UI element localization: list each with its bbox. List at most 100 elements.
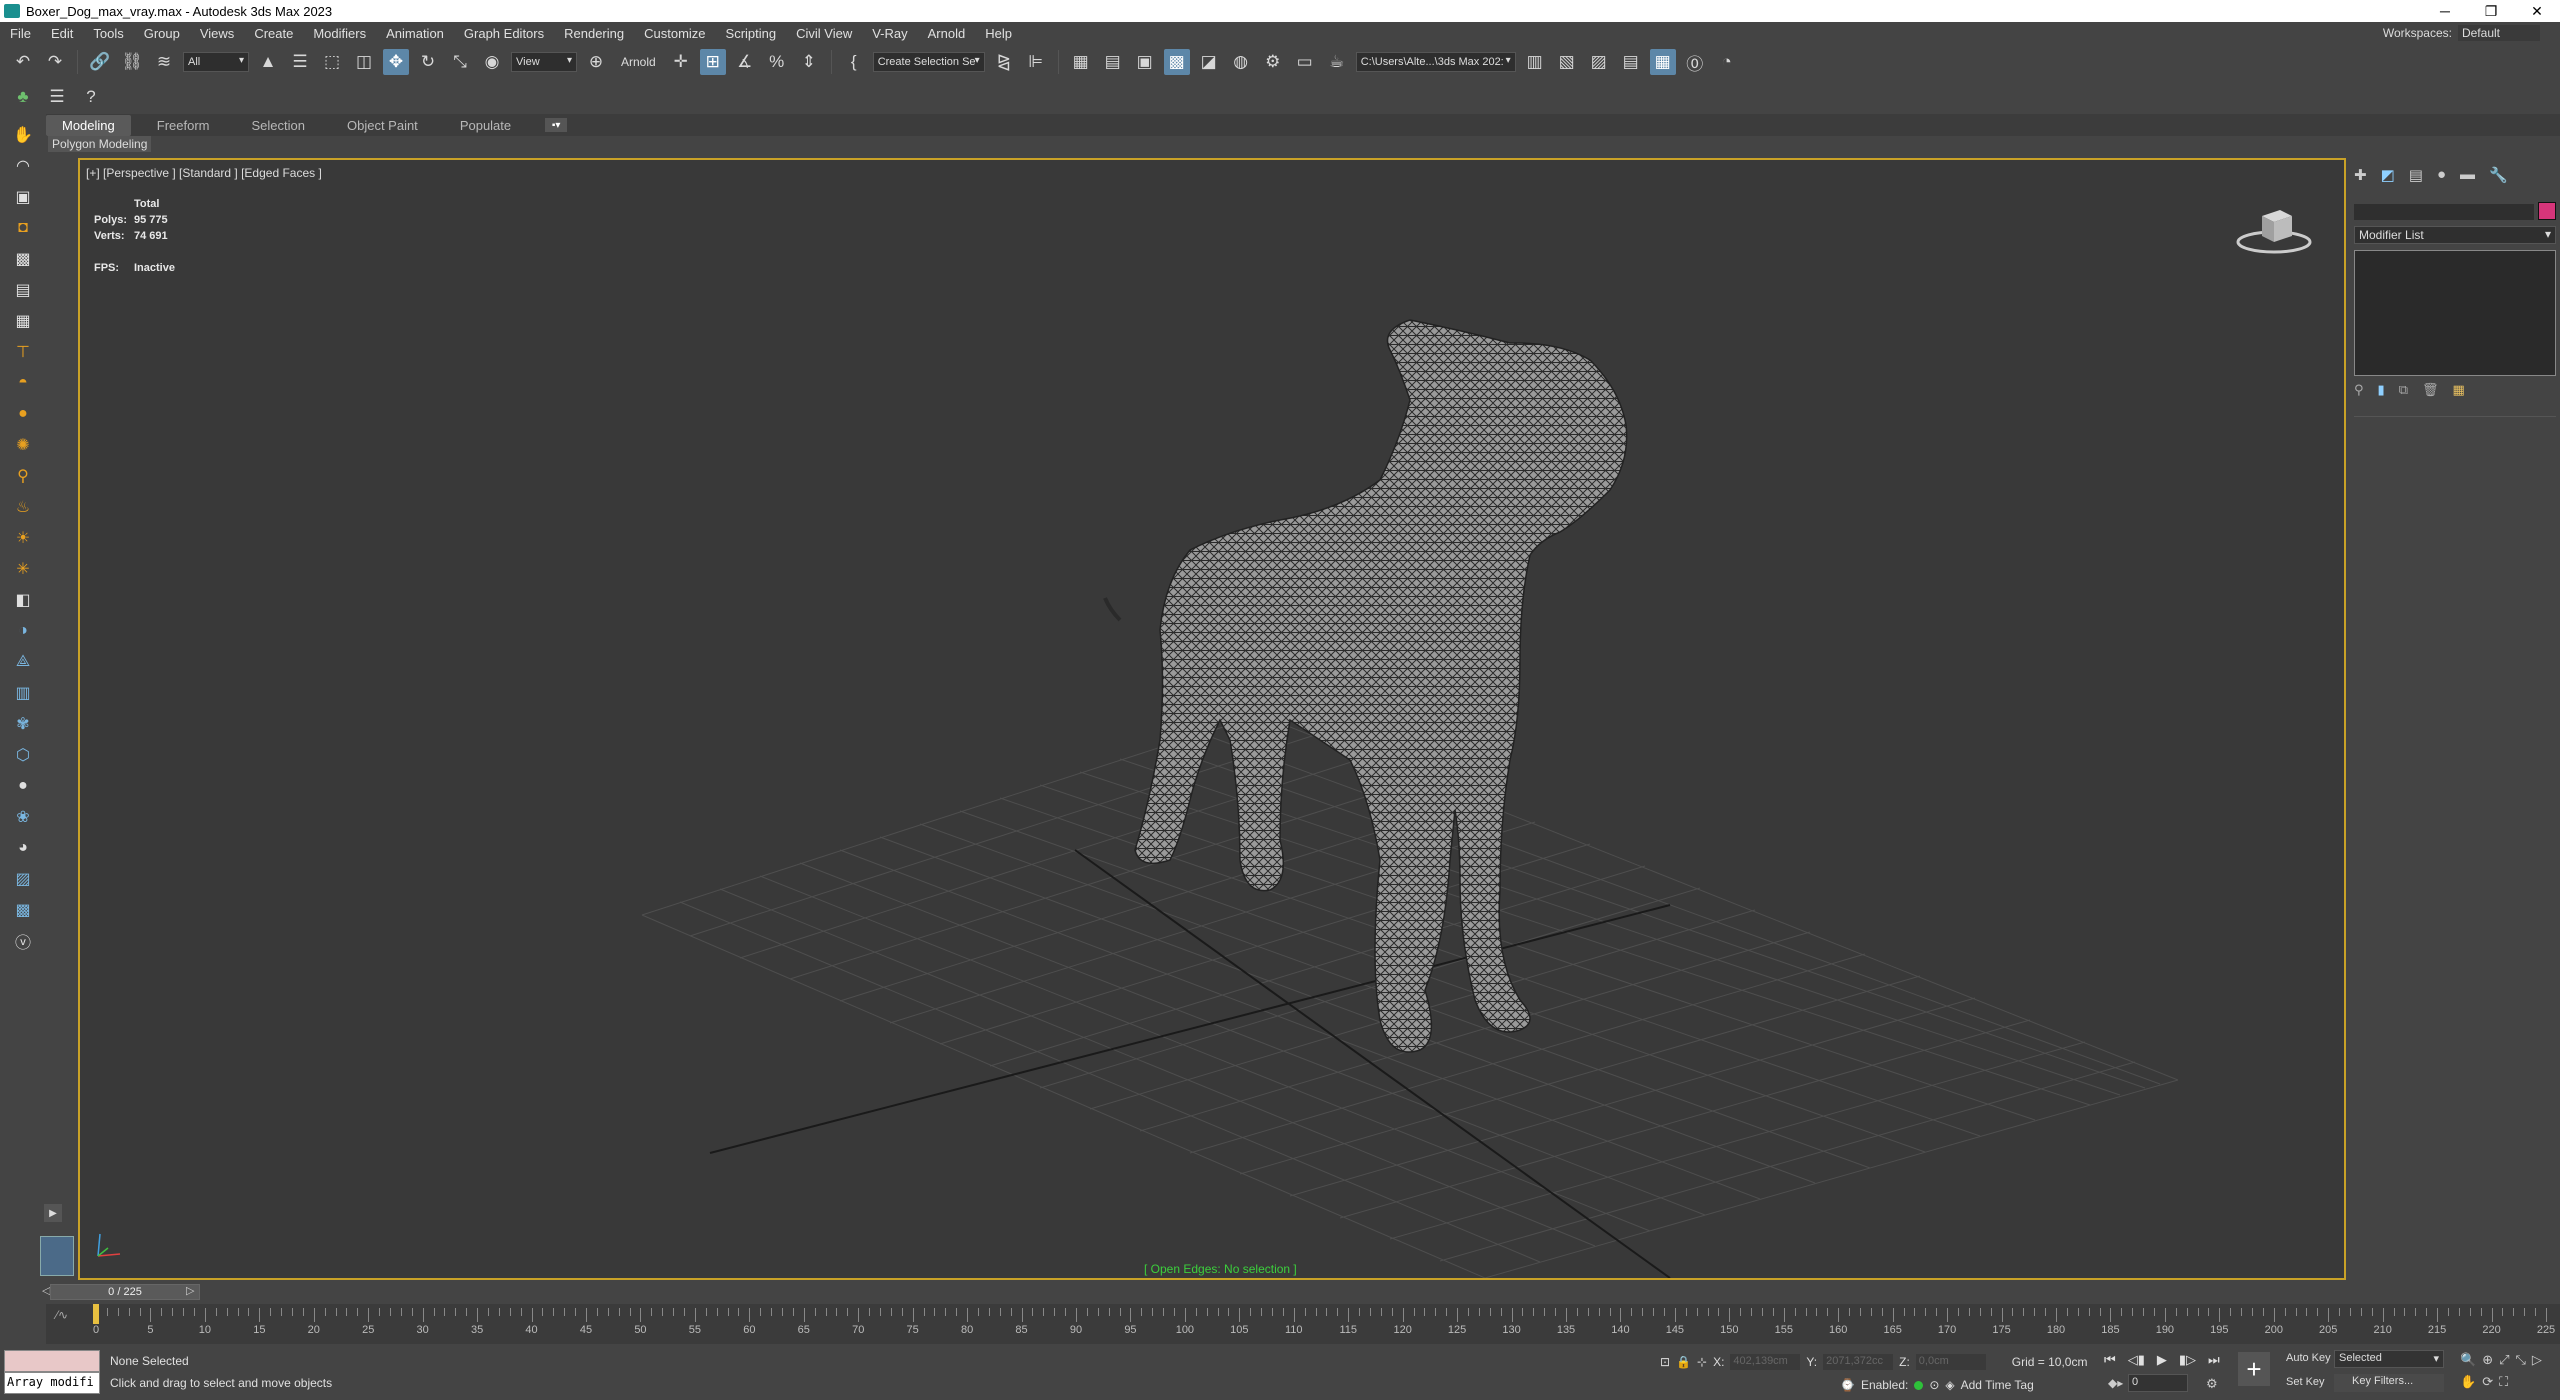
ribbon-tab-selection[interactable]: Selection: [236, 115, 321, 136]
hierarchy-tab-icon[interactable]: ▤: [2409, 166, 2423, 184]
key-filters-button[interactable]: Key Filters...: [2334, 1374, 2444, 1392]
snaps-toggle-icon[interactable]: ⊞: [699, 49, 726, 75]
auto-key-button[interactable]: Auto Key: [2282, 1350, 2335, 1366]
go-to-end-icon[interactable]: ⏭: [2208, 1352, 2220, 1368]
object-name-field[interactable]: [2354, 204, 2534, 220]
gear-light-icon[interactable]: ✺: [10, 432, 36, 457]
viewport-layout-icon[interactable]: ▦: [1649, 49, 1676, 75]
layers-icon[interactable]: ☰: [44, 84, 70, 110]
link-icon[interactable]: 🔗: [87, 49, 113, 75]
modifier-stack[interactable]: [2354, 250, 2556, 376]
display-tab-icon[interactable]: ▬: [2460, 166, 2475, 184]
omni-icon[interactable]: ⚲: [10, 463, 36, 488]
toggle-ribbon-icon[interactable]: ▣: [1132, 49, 1158, 75]
maxscript-mini-listener[interactable]: Array modifi: [4, 1372, 100, 1394]
next-frame-icon[interactable]: ▮▷: [2179, 1352, 2196, 1368]
object-color-swatch[interactable]: [2538, 202, 2556, 220]
vray-toolbar-icon[interactable]: ⓪: [1682, 49, 1708, 75]
orbit-icon[interactable]: ⟳: [2482, 1374, 2493, 1390]
degradation-toggle-icon[interactable]: ⊙: [1929, 1378, 1939, 1392]
menu-tools[interactable]: Tools: [83, 26, 133, 41]
orbit-icon[interactable]: ◠: [10, 153, 36, 178]
zoom-all-icon[interactable]: ⊕: [2482, 1352, 2493, 1368]
z-coordinate-field[interactable]: 0,0cm: [1915, 1354, 1986, 1370]
select-and-place-icon[interactable]: ◉: [479, 49, 505, 75]
viewport-layout-thumb[interactable]: [40, 1236, 74, 1276]
minimize-button[interactable]: ─: [2422, 0, 2468, 22]
percent-snap-icon[interactable]: %: [764, 49, 790, 75]
menu-modifiers[interactable]: Modifiers: [303, 26, 376, 41]
menu-file[interactable]: File: [0, 26, 41, 41]
edit-named-selection-icon[interactable]: {: [841, 49, 867, 75]
hand-icon[interactable]: ✋: [10, 122, 36, 147]
modify-tab-icon[interactable]: ◩: [2381, 166, 2395, 184]
proxy-icon[interactable]: ⬡: [10, 742, 36, 767]
mirror-icon[interactable]: ⧎: [991, 49, 1017, 75]
time-config-icon[interactable]: ⌚: [1840, 1378, 1855, 1392]
time-configuration-icon[interactable]: ⚙: [2206, 1376, 2218, 1392]
current-frame-field[interactable]: 0: [2128, 1374, 2188, 1392]
ribbon-tab-object-paint[interactable]: Object Paint: [331, 115, 434, 136]
lamp-icon[interactable]: ♨: [10, 494, 36, 519]
camera-icon[interactable]: ◘: [10, 215, 36, 240]
maxscript-listener-output[interactable]: [4, 1350, 100, 1372]
selection-region-icon[interactable]: ⬚: [319, 49, 345, 75]
frame-buffer-icon[interactable]: ▨: [10, 866, 36, 891]
zoom-icon[interactable]: 🔍: [2460, 1352, 2476, 1368]
enabled-indicator-icon[interactable]: [1914, 1380, 1924, 1390]
maximize-viewport-icon[interactable]: ⛶: [2499, 1374, 2508, 1390]
time-slider-thumb[interactable]: 0 / 225: [50, 1284, 200, 1300]
polygon-modeling-label[interactable]: Polygon Modeling: [48, 136, 152, 152]
select-and-scale-icon[interactable]: ⤡: [447, 49, 473, 75]
menu-civil-view[interactable]: Civil View: [786, 26, 862, 41]
play-icon[interactable]: ▶: [2157, 1352, 2167, 1368]
ribbon-tab-populate[interactable]: Populate: [444, 115, 527, 136]
project-folder-dropdown[interactable]: C:\Users\Alte...\3ds Max 202:: [1355, 52, 1516, 72]
ribbon-options-button[interactable]: ▪▾: [545, 118, 568, 132]
schematic-view-icon[interactable]: ◪: [1196, 49, 1222, 75]
bind-space-warp-icon[interactable]: ≋: [151, 49, 177, 75]
box-icon[interactable]: ◧: [10, 587, 36, 612]
sphere-icon[interactable]: ◑: [10, 618, 36, 643]
zoom-extents-icon[interactable]: ⤢: [2499, 1352, 2509, 1368]
save-file-icon[interactable]: ▧: [1554, 49, 1580, 75]
material-ball-icon[interactable]: ●: [10, 773, 36, 798]
lock-selection-icon[interactable]: 🔒: [1676, 1355, 1691, 1369]
motion-tab-icon[interactable]: ●: [2437, 166, 2446, 184]
tree-icon[interactable]: ♣: [10, 84, 36, 110]
modifier-list-dropdown[interactable]: Modifier List: [2354, 226, 2556, 244]
material-editor-icon[interactable]: ◍: [1228, 49, 1254, 75]
track-bar[interactable]: ⁄∿ 0 5 10 15 20 25 30 35 40 45 50 55 60 65 70 75 80 85 90 9…: [46, 1304, 2560, 1344]
rendered-frame-window-icon[interactable]: ▭: [1292, 49, 1318, 75]
menu-arnold[interactable]: Arnold: [918, 26, 976, 41]
curve-editor-icon[interactable]: ▩: [1163, 49, 1190, 75]
menu-customize[interactable]: Customize: [634, 26, 715, 41]
vray-frame-buffer-icon[interactable]: ◔: [1714, 49, 1740, 75]
x-coordinate-field[interactable]: 402,139cm: [1730, 1354, 1801, 1370]
dome-light-icon[interactable]: ◓: [10, 370, 36, 395]
key-mode-dropdown[interactable]: Selected: [2334, 1350, 2444, 1368]
key-mode-toggle-icon[interactable]: ◆▸: [2108, 1376, 2123, 1390]
pan-icon[interactable]: ✋: [2460, 1374, 2476, 1390]
menu-scripting[interactable]: Scripting: [716, 26, 787, 41]
isolate-icon[interactable]: ⊡: [1660, 1355, 1670, 1369]
workspaces-dropdown[interactable]: Default: [2457, 25, 2540, 41]
export-icon[interactable]: ▤: [1618, 49, 1644, 75]
go-to-start-icon[interactable]: ⏮: [2104, 1352, 2116, 1368]
field-of-view-icon[interactable]: ▷: [2532, 1352, 2542, 1368]
spinner-snap-icon[interactable]: ⇕: [796, 49, 822, 75]
y-coordinate-field[interactable]: 2071,372cc: [1823, 1354, 1894, 1370]
close-button[interactable]: ✕: [2514, 0, 2560, 22]
motion-icon[interactable]: ▤: [10, 277, 36, 302]
menu-views[interactable]: Views: [190, 26, 244, 41]
menu-edit[interactable]: Edit: [41, 26, 83, 41]
ribbon-tab-freeform[interactable]: Freeform: [141, 115, 226, 136]
render-icon[interactable]: ◕: [10, 835, 36, 860]
sky-icon[interactable]: ✳: [10, 556, 36, 581]
menu-vray[interactable]: V-Ray: [862, 26, 917, 41]
redo-icon[interactable]: ↷: [42, 49, 68, 75]
hierarchy-icon[interactable]: ▣: [10, 184, 36, 209]
utilities-tab-icon[interactable]: 🔧: [2489, 166, 2508, 184]
keyboard-shortcut-override-icon[interactable]: ✛: [668, 49, 694, 75]
arnold-label[interactable]: Arnold: [615, 55, 662, 69]
